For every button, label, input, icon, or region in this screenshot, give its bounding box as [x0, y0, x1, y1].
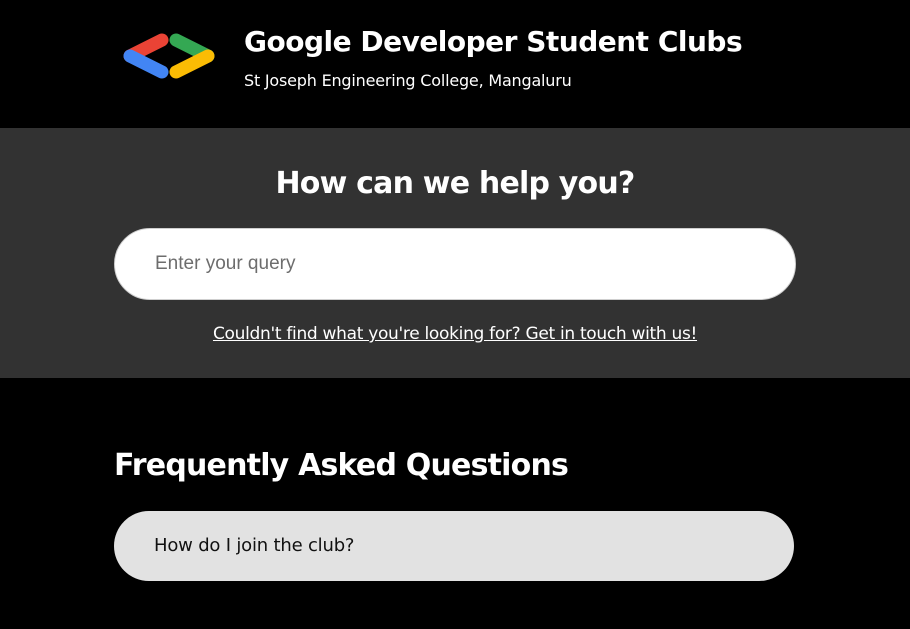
- search-input[interactable]: [114, 228, 796, 300]
- logo-blue-stroke: [123, 49, 169, 79]
- help-heading: How can we help you?: [275, 166, 635, 201]
- logo-yellow-stroke: [169, 49, 215, 79]
- gdsc-logo-icon[interactable]: [118, 33, 220, 79]
- faq-heading: Frequently Asked Questions: [114, 448, 569, 483]
- contact-link[interactable]: Couldn't find what you're looking for? G…: [0, 322, 910, 346]
- faq-item[interactable]: How do I join the club?: [114, 511, 794, 581]
- brand-title: Google Developer Student Clubs: [244, 25, 743, 58]
- faq-section: Frequently Asked Questions How do I join…: [0, 378, 910, 629]
- brand-subtitle: St Joseph Engineering College, Mangaluru: [244, 71, 572, 90]
- site-header: Google Developer Student Clubs St Joseph…: [0, 0, 910, 128]
- help-section: How can we help you? Couldn't find what …: [0, 128, 910, 378]
